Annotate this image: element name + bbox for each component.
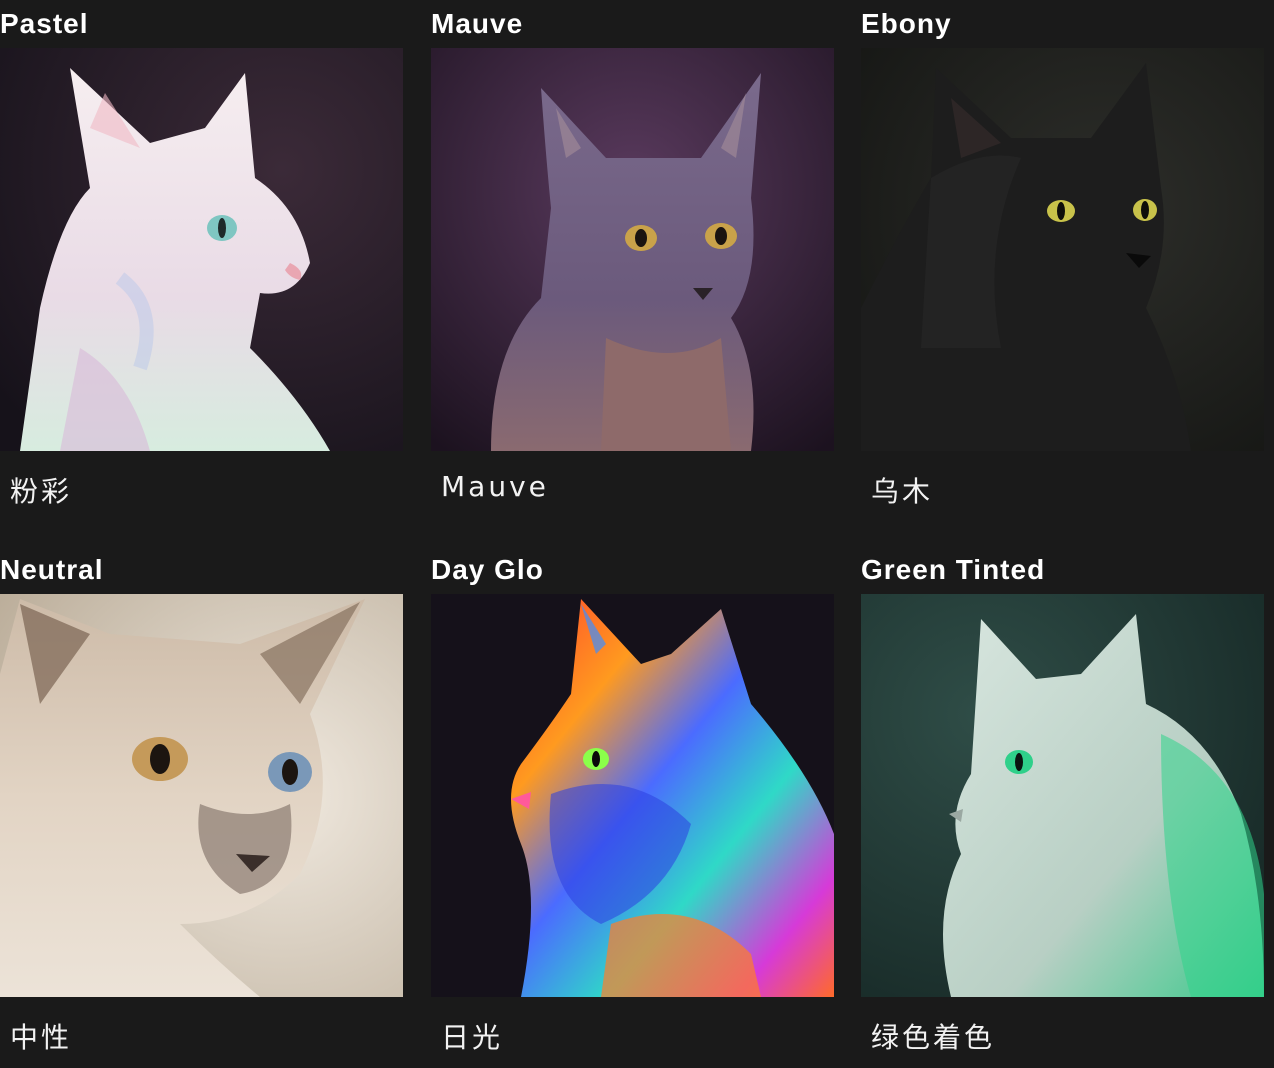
tile-title: Day Glo [431, 554, 544, 585]
tile-caption: 中性 [10, 1021, 73, 1054]
day-glo-cat-illustration [431, 594, 834, 997]
cat-image-pastel[interactable] [0, 48, 403, 451]
cat-image-ebony[interactable] [861, 48, 1264, 451]
cat-image-day-glo[interactable] [431, 594, 834, 997]
tile-caption: Mauve [441, 470, 549, 503]
tile-caption: 粉彩 [10, 475, 73, 508]
cat-image-mauve[interactable] [431, 48, 834, 451]
tile-title: Pastel [0, 8, 89, 39]
tile-caption: 绿色着色 [871, 1021, 996, 1054]
cat-image-neutral[interactable] [0, 594, 403, 997]
tile-title: Ebony [861, 8, 952, 39]
neutral-cat-illustration [0, 594, 403, 997]
pastel-cat-illustration [0, 48, 403, 451]
green-tinted-cat-illustration [861, 594, 1264, 997]
tile-caption: 乌木 [871, 475, 934, 508]
ebony-cat-illustration [861, 48, 1264, 451]
mauve-cat-illustration [431, 48, 834, 451]
cat-image-green-tinted[interactable] [861, 594, 1264, 997]
tile-title: Neutral [0, 554, 104, 585]
tile-title: Green Tinted [861, 554, 1046, 585]
tile-caption: 日光 [441, 1021, 504, 1054]
tile-title: Mauve [431, 8, 524, 39]
